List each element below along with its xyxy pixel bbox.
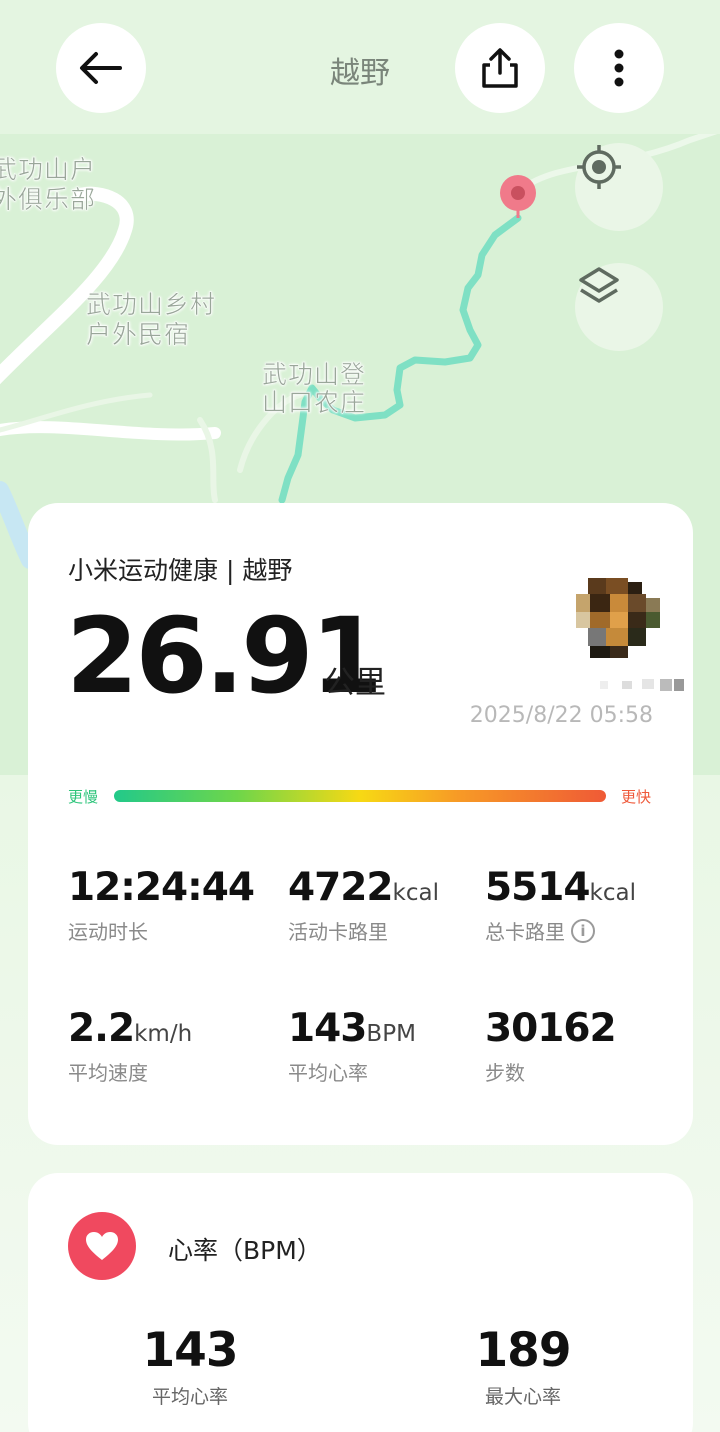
max-heart-rate-value: 189 [475, 1323, 571, 1378]
stat-active-calories: 4722kcal 活动卡路里 [288, 865, 439, 945]
locate-button[interactable] [575, 143, 663, 231]
map-label: 户外民宿 [86, 320, 191, 350]
stat-value: 4722 [288, 865, 394, 910]
speed-gradient-bar [114, 790, 606, 802]
avg-heart-rate-label: 平均心率 [151, 1386, 228, 1408]
stat-unit: kcal [589, 880, 636, 906]
stat-label: 平均速度 [68, 1061, 148, 1085]
share-button[interactable] [455, 23, 545, 113]
heart-rate-title: 心率（BPM） [168, 1236, 322, 1265]
speed-slow-label: 更慢 [68, 788, 99, 806]
top-bar: 越野 [0, 0, 720, 134]
stat-label: 平均心率 [288, 1061, 368, 1085]
arrow-left-icon [80, 52, 122, 84]
workout-datetime: 2025/8/22 05:58 [469, 703, 653, 728]
max-heart-rate: 189 最大心率 [433, 1323, 613, 1409]
distance-unit: 公里 [324, 665, 386, 701]
locate-icon [577, 145, 621, 189]
stat-label: 运动时长 [68, 920, 148, 944]
max-heart-rate-label: 最大心率 [484, 1386, 561, 1408]
map-label: 武功山登 [262, 360, 367, 390]
more-button[interactable] [574, 23, 664, 113]
stat-label: 总卡路里 [485, 920, 565, 944]
info-icon[interactable]: i [571, 918, 595, 943]
stat-steps: 30162 步数 [485, 1006, 617, 1086]
avatar[interactable] [576, 578, 660, 658]
avg-heart-rate-value: 143 [142, 1323, 238, 1378]
stat-unit: km/h [134, 1021, 193, 1047]
avg-heart-rate: 143 平均心率 [100, 1323, 280, 1409]
page-title: 越野 [330, 56, 390, 91]
stat-total-calories: 5514kcal 总卡路里 i [485, 865, 636, 945]
map-label: 外俱乐部 [0, 185, 97, 215]
stat-value: 2.2 [68, 1006, 135, 1051]
map-label: 山口农庄 [262, 388, 367, 418]
stat-unit: BPM [366, 1021, 416, 1047]
layers-button[interactable] [575, 263, 663, 351]
stat-value: 143 [288, 1006, 367, 1051]
stat-label: 活动卡路里 [288, 920, 388, 944]
heart-icon [68, 1212, 136, 1280]
back-button[interactable] [56, 23, 146, 113]
heart-rate-card[interactable]: 心率（BPM） 143 平均心率 189 最大心率 [28, 1173, 693, 1432]
more-vertical-icon [614, 49, 624, 87]
stat-unit: kcal [392, 880, 439, 906]
stat-value: 30162 [485, 1006, 617, 1051]
map-label: 武功山户 [0, 155, 97, 185]
stat-duration: 12:24:44 运动时长 [68, 865, 255, 945]
layers-icon [579, 267, 619, 303]
stat-avg-heart-rate: 143BPM 平均心率 [288, 1006, 416, 1086]
workout-source: 小米运动健康 | 越野 [68, 556, 293, 585]
map-label: 武功山乡村 [86, 290, 217, 320]
stat-value: 5514 [485, 865, 591, 910]
stat-value: 12:24:44 [68, 865, 255, 910]
stat-label: 步数 [485, 1061, 525, 1085]
workout-summary-card: 小米运动健康 | 越野 26.91 公里 2025/8/22 05:58 更慢 … [28, 503, 693, 1145]
stat-avg-speed: 2.2km/h 平均速度 [68, 1006, 192, 1086]
share-icon [482, 48, 518, 88]
username-blurred [578, 679, 688, 691]
speed-fast-label: 更快 [620, 788, 651, 806]
